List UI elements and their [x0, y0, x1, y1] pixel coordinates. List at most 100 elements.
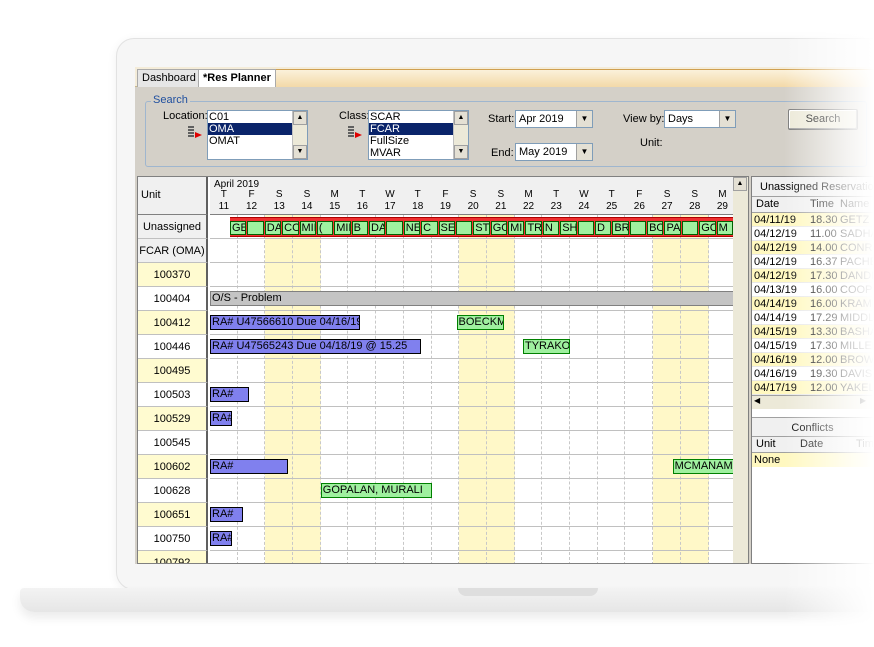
unassigned-reservation-chip[interactable]	[681, 221, 699, 235]
unit-row-label[interactable]: 100412	[138, 311, 208, 335]
unit-row-label[interactable]: 100370	[138, 263, 208, 287]
unassigned-reservation-chip[interactable]: GOPAL	[490, 221, 508, 235]
reservation-bar[interactable]: GOPALAN, MURALI	[320, 483, 432, 498]
unassigned-reservation-row[interactable]: 04/17/19 12.00 YAKEL	[752, 381, 873, 395]
reservation-bar[interactable]: MCMANAMY	[672, 459, 734, 474]
unassigned-reservation-chip[interactable]: BO	[647, 221, 664, 235]
scroll-left-icon[interactable]: ◀	[754, 396, 760, 405]
unassigned-reservation-chip[interactable]: MI	[508, 221, 525, 235]
col-time[interactable]: Time	[810, 198, 834, 210]
scroll-right-icon[interactable]: ▶	[860, 396, 866, 405]
unit-row-label[interactable]: 100750	[138, 527, 208, 551]
location-scrollbar[interactable]: ▲ ▼	[292, 111, 307, 159]
unassigned-reservation-chip[interactable]: NE	[403, 221, 421, 235]
unassigned-reservation-chip[interactable]: PAPE,	[664, 221, 681, 235]
reservation-bar[interactable]: RA#	[210, 387, 249, 402]
unassigned-reservation-row[interactable]: 04/12/19 16.37 PACHE	[752, 255, 873, 269]
unassigned-reservation-chip[interactable]	[247, 221, 264, 235]
chevron-down-icon[interactable]: ▼	[576, 111, 592, 127]
reservation-bar[interactable]: RA#	[210, 531, 233, 546]
unassigned-reservation-row[interactable]: 04/11/19 18.30 GETZ	[752, 213, 873, 227]
unassigned-reservation-chip[interactable]: GE	[230, 221, 247, 235]
unassigned-reservation-chip[interactable]: GC	[699, 221, 716, 235]
unassigned-reservation-chip[interactable]: DA	[369, 221, 386, 235]
unassigned-reservation-row[interactable]: 04/15/19 13.30 BASHA	[752, 325, 873, 339]
unassigned-reservation-row[interactable]: 04/13/19 16.00COOPE	[752, 283, 873, 297]
unassigned-reservation-chip[interactable]: (	[316, 221, 334, 235]
panel-hscrollbar[interactable]: ◀ ▶	[752, 395, 873, 409]
scroll-up-icon[interactable]: ▲	[454, 111, 468, 125]
end-select[interactable]: May 2019 ▼	[515, 143, 593, 161]
unassigned-reservation-chip[interactable]: D	[594, 221, 612, 235]
class-listbox[interactable]: SCAR FCAR FullSize MVAR ▲ ▼	[368, 110, 469, 160]
start-select[interactable]: Apr 2019 ▼	[515, 110, 593, 128]
unassigned-reservation-chip[interactable]: C	[421, 221, 438, 235]
reservation-bar[interactable]: RA#	[210, 411, 233, 426]
unassigned-reservation-chip[interactable]: B	[351, 221, 369, 235]
viewby-select[interactable]: Days ▼	[664, 110, 736, 128]
tab-res-planner[interactable]: *Res Planner	[198, 69, 276, 87]
unassigned-reservation-chip[interactable]	[577, 221, 594, 235]
class-scrollbar[interactable]: ▲ ▼	[453, 111, 468, 159]
chevron-down-icon[interactable]: ▼	[719, 111, 735, 127]
unit-row-label[interactable]: 100602	[138, 455, 208, 479]
unassigned-reservation-chip[interactable]	[386, 221, 403, 235]
unassigned-reservation-chip[interactable]: MID	[299, 221, 316, 235]
unassigned-reservation-row[interactable]: 04/14/19 17.29 MIDDL	[752, 311, 873, 325]
reservation-bar[interactable]: RA# U47566610 Due 04/16/19	[210, 315, 360, 330]
reservation-bar[interactable]: O/S - Problem	[210, 291, 734, 306]
unassigned-reservation-chip[interactable]: DAN	[264, 221, 282, 235]
unit-row-label[interactable]: 100446	[138, 335, 208, 359]
unit-row-label[interactable]: 100495	[138, 359, 208, 383]
unassigned-reservation-row[interactable]: 04/15/19 17.30 MILLEI	[752, 339, 873, 353]
conflict-col-unit[interactable]: Unit	[756, 438, 776, 450]
unassigned-reservation-chip[interactable]	[455, 221, 473, 235]
unit-row-label[interactable]: 100529	[138, 407, 208, 431]
unassigned-reservation-row[interactable]: 04/16/19 19.30 DAVIS	[752, 367, 873, 381]
unit-row-label[interactable]: 100503	[138, 383, 208, 407]
reservation-bar[interactable]: TYRAKOS	[523, 339, 571, 354]
conflict-col-date[interactable]: Date	[800, 438, 823, 450]
unit-row-label[interactable]: 100404	[138, 287, 208, 311]
grid-scrollbar[interactable]: ▲	[733, 177, 748, 563]
unassigned-reservation-row[interactable]: 04/12/19 14.00 CONRI	[752, 241, 873, 255]
search-button[interactable]: Search	[788, 109, 858, 130]
location-picker-icon[interactable]	[187, 125, 203, 141]
unassigned-reservation-row[interactable]: 04/12/19 17.30 DANDI	[752, 269, 873, 283]
unit-row-label[interactable]: Unassigned	[138, 215, 208, 239]
unassigned-reservation-chip[interactable]: COOF	[282, 221, 299, 235]
unassigned-reservation-chip[interactable]: MILL	[334, 221, 351, 235]
location-listbox[interactable]: C01 OMA OMAT ▲ ▼	[207, 110, 308, 160]
tab-dashboard[interactable]: Dashboard	[137, 69, 201, 87]
unassigned-reservation-row[interactable]: 04/16/19 12.00 BROW	[752, 353, 873, 367]
unit-row-label[interactable]: FCAR (OMA)	[138, 239, 208, 263]
unassigned-reservation-chip[interactable]: M	[716, 221, 733, 235]
unassigned-reservation-chip[interactable]: TR	[525, 221, 542, 235]
reservation-bar[interactable]: RA# U47565243 Due 04/18/19 @ 15.25	[210, 339, 421, 354]
scroll-up-icon[interactable]: ▲	[733, 177, 747, 191]
conflict-col-time[interactable]: Tim	[856, 438, 873, 450]
unit-row-label[interactable]: 100651	[138, 503, 208, 527]
unassigned-reservation-chip[interactable]: SEN	[438, 221, 455, 235]
scroll-down-icon[interactable]: ▼	[293, 145, 307, 159]
unit-row-label[interactable]: 100628	[138, 479, 208, 503]
grid-scrollbar-track[interactable]: ▲	[733, 177, 748, 563]
unassigned-reservation-chip[interactable]: BR	[612, 221, 629, 235]
unit-row-label[interactable]: 100545	[138, 431, 208, 455]
unassigned-reservation-chip[interactable]	[629, 221, 647, 235]
scroll-up-icon[interactable]: ▲	[293, 111, 307, 125]
chevron-down-icon[interactable]: ▼	[576, 144, 592, 160]
reservation-bar[interactable]: RA#	[210, 459, 288, 474]
reservation-bar[interactable]: RA#	[210, 507, 244, 522]
col-date[interactable]: Date	[756, 198, 779, 210]
col-name[interactable]: Name	[840, 198, 869, 210]
class-picker-icon[interactable]	[347, 125, 363, 141]
scroll-down-icon[interactable]: ▼	[454, 145, 468, 159]
unassigned-reservation-chip[interactable]: N	[542, 221, 560, 235]
reservation-bar[interactable]: BOECKM.	[456, 315, 504, 330]
unit-row-label[interactable]: 100792	[138, 551, 208, 563]
unassigned-reservation-chip[interactable]: SH	[560, 221, 577, 235]
unassigned-reservation-chip[interactable]: STRAUGHN	[473, 221, 490, 235]
unassigned-reservation-row[interactable]: 04/14/19 16.00 KRAMI	[752, 297, 873, 311]
unassigned-reservation-row[interactable]: 04/12/19 11.00SADHA	[752, 227, 873, 241]
